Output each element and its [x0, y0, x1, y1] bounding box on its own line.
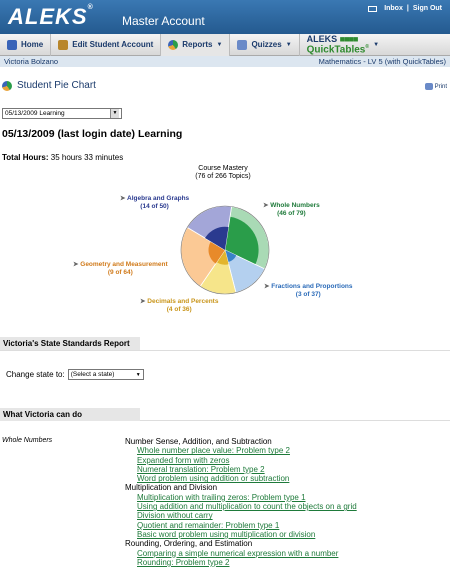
subheader: Victoria Bolzano Mathematics - LV 5 (wit… [0, 56, 450, 67]
category-label: Whole Numbers [2, 437, 53, 444]
pie-chart-icon [2, 80, 12, 91]
aleks-logo: ALEKS® [8, 4, 94, 29]
arrow-icon: ➤ [140, 298, 146, 305]
printer-icon [424, 83, 433, 90]
course-name: Mathematics - LV 5 (with QuickTables) [318, 57, 446, 66]
chevron-down-icon: ▼ [285, 41, 292, 48]
skill-link[interactable]: Comparing a simple numerical expression … [125, 549, 357, 558]
pie-label-geometry: ➤ Geometry and Measurement (9 of 64) [73, 261, 168, 276]
skill-link[interactable]: Expanded form with zeros [125, 456, 357, 465]
skill-group-heading: Number Sense, Addition, and Subtraction [125, 437, 272, 446]
pie-label-fractions: ➤ Fractions and Proportions (3 of 37) [264, 283, 353, 298]
skill-link[interactable]: Numeral translation: Problem type 2 [125, 465, 357, 474]
pie-chart-icon [168, 39, 179, 50]
inbox-link[interactable]: Inbox [384, 5, 403, 12]
course-mastery-title: Course Mastery (76 of 266 Topics) [195, 165, 251, 180]
state-standards-section: Victoria's State Standards Report [0, 337, 140, 350]
skill-group-heading: Rounding, Ordering, and Estimation [125, 539, 253, 549]
state-select[interactable]: (Select a state) ▼ [67, 369, 144, 380]
quicktables-logo: ALEKS ■■■■ QuickTables® [306, 33, 370, 56]
separator: | [406, 5, 409, 12]
home-icon [7, 39, 17, 50]
chevron-down-icon: ▼ [373, 41, 380, 48]
total-hours: Total Hours: 35 hours 33 minutes [2, 153, 124, 162]
skill-link[interactable]: Quotient and remainder: Problem type 1 [125, 521, 357, 530]
pie-label-whole-numbers: ➤ Whole Numbers (46 of 79) [263, 202, 320, 217]
arrow-icon: ➤ [120, 195, 126, 202]
chevron-down-icon: ▼ [110, 109, 119, 118]
learning-heading: 05/13/2009 (last login date) Learning [2, 128, 183, 140]
account-title: Master Account [122, 14, 205, 28]
mastery-pie [180, 205, 270, 295]
nav-edit-student[interactable]: Edit Student Account [51, 33, 162, 56]
student-name: Victoria Bolzano [4, 57, 59, 66]
chevron-down-icon: ▼ [135, 371, 141, 378]
nav-quicktables[interactable]: ALEKS ■■■■ QuickTables® ▼ [300, 34, 386, 56]
quiz-icon [237, 39, 248, 50]
nav-quizzes[interactable]: Quizzes ▼ [230, 33, 300, 56]
sign-out-link[interactable]: Sign Out [413, 5, 442, 12]
change-state-row: Change state to: (Select a state) ▼ [6, 369, 144, 380]
print-link[interactable]: Print [424, 83, 447, 90]
skill-link[interactable]: Multiplication with trailing zeros: Prob… [125, 493, 357, 502]
nav-home[interactable]: Home [0, 33, 52, 56]
skill-link[interactable]: Division without carry [125, 511, 357, 520]
skill-link[interactable]: Whole number place value: Problem type 2 [125, 446, 357, 455]
page-title: Student Pie Chart [2, 80, 96, 91]
edit-user-icon [58, 39, 69, 50]
envelope-icon[interactable] [368, 5, 378, 12]
pie-label-decimals: ➤ Decimals and Percents (4 of 36) [140, 298, 219, 313]
pie-label-algebra: ➤ Algebra and Graphs (14 of 50) [120, 195, 190, 210]
app-header: ALEKS® Master Account Inbox | Sign Out [0, 0, 450, 34]
section-divider [0, 350, 450, 351]
skill-link[interactable]: Basic word problem using multiplication … [125, 530, 357, 539]
skill-link[interactable]: Rounding: Problem type 2 [125, 558, 357, 567]
date-select[interactable]: 05/13/2009 Learning ▼ [2, 108, 122, 119]
can-do-section: What Victoria can do [0, 408, 140, 421]
skill-group-heading: Multiplication and Division [125, 483, 218, 493]
can-do-list: Number Sense, Addition, and Subtraction W… [125, 437, 357, 567]
arrow-icon: ➤ [264, 283, 270, 290]
nav-reports[interactable]: Reports ▼ [161, 33, 231, 56]
main-nav: Home Edit Student Account Reports ▼ Quizz… [0, 33, 450, 56]
chevron-down-icon: ▼ [216, 41, 223, 48]
skill-link[interactable]: Using addition and multiplication to cou… [125, 502, 357, 511]
top-links: Inbox | Sign Out [368, 5, 442, 12]
skill-link[interactable]: Word problem using addition or subtracti… [125, 474, 357, 483]
arrow-icon: ➤ [263, 202, 269, 209]
arrow-icon: ➤ [73, 261, 79, 268]
